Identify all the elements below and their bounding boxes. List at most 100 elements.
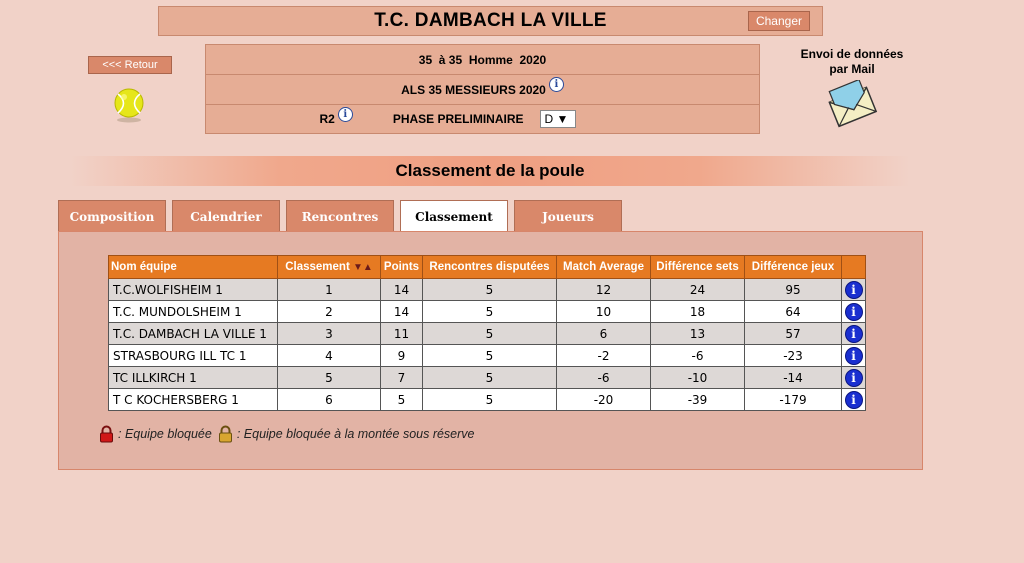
cell-games: -14 bbox=[744, 366, 842, 389]
change-club-button[interactable]: Changer bbox=[747, 11, 810, 31]
tab-classement[interactable]: Classement bbox=[400, 200, 508, 233]
cell-average: 12 bbox=[556, 278, 651, 301]
cell-points: 9 bbox=[380, 344, 423, 367]
table-row: T.C.WOLFISHEIM 1 1 14 5 12 24 95 i bbox=[108, 278, 866, 301]
table-header-row: Nom équipe Classement ▼▲ Points Rencontr… bbox=[108, 255, 866, 279]
cell-rank: 3 bbox=[277, 322, 381, 345]
competition-info-box: 35 à 35 Homme 2020 ALS 35 MESSIEURS 2020… bbox=[205, 44, 760, 134]
cell-sets: 18 bbox=[650, 300, 745, 323]
division-label: R2 bbox=[319, 112, 335, 126]
col-header-info bbox=[841, 255, 866, 279]
col-header-sets[interactable]: Différence sets bbox=[650, 255, 745, 279]
category-text: 35 à 35 Homme 2020 bbox=[418, 52, 547, 67]
cell-sets: 24 bbox=[650, 278, 745, 301]
tab-joueurs[interactable]: Joueurs bbox=[514, 200, 622, 232]
cell-rank: 1 bbox=[277, 278, 381, 301]
team-info-icon[interactable]: i bbox=[844, 390, 863, 409]
cell-sets: 13 bbox=[650, 322, 745, 345]
col-header-team[interactable]: Nom équipe bbox=[108, 255, 278, 279]
cell-average: 6 bbox=[556, 322, 651, 345]
cell-games: -23 bbox=[744, 344, 842, 367]
team-info-icon[interactable]: i bbox=[844, 324, 863, 343]
cell-team: T C KOCHERSBERG 1 bbox=[108, 388, 278, 411]
cell-sets: -39 bbox=[650, 388, 745, 411]
col-header-rank-label: Classement bbox=[285, 261, 350, 273]
section-title: Classement de la poule bbox=[395, 161, 585, 180]
cell-points: 5 bbox=[380, 388, 423, 411]
tab-composition[interactable]: Composition bbox=[58, 200, 166, 232]
team-info-icon[interactable]: i bbox=[844, 346, 863, 365]
division-phase-row: R2 i PHASE PRELIMINAIRE D ▼ bbox=[206, 105, 759, 133]
phase-label: PHASE PRELIMINAIRE bbox=[392, 112, 524, 126]
competition-category: 35 à 35 Homme 2020 bbox=[206, 45, 759, 75]
send-mail-label: Envoi de données par Mail bbox=[778, 47, 926, 77]
table-row: STRASBOURG ILL TC 1 4 9 5 -2 -6 -23 i bbox=[108, 344, 866, 367]
team-info-icon[interactable]: i bbox=[844, 280, 863, 299]
cell-played: 5 bbox=[422, 300, 557, 323]
table-row: T.C. MUNDOLSHEIM 1 2 14 5 10 18 64 i bbox=[108, 300, 866, 323]
mail-label-line1: Envoi de données bbox=[800, 47, 904, 61]
legend: : Equipe bloquée : Equipe bloquée à la m… bbox=[99, 425, 475, 443]
cell-points: 7 bbox=[380, 366, 423, 389]
cell-info: i bbox=[841, 300, 866, 323]
col-header-points[interactable]: Points bbox=[380, 255, 423, 279]
red-lock-icon bbox=[100, 425, 113, 443]
cell-rank: 2 bbox=[277, 300, 381, 323]
cell-team: STRASBOURG ILL TC 1 bbox=[108, 344, 278, 367]
envelope-icon[interactable] bbox=[826, 80, 878, 130]
cell-played: 5 bbox=[422, 322, 557, 345]
cell-info: i bbox=[841, 322, 866, 345]
competition-name: ALS 35 MESSIEURS 2020 bbox=[401, 82, 546, 97]
standings-table: Nom équipe Classement ▼▲ Points Rencontr… bbox=[108, 255, 866, 411]
cell-games: 95 bbox=[744, 278, 842, 301]
tennis-ball-icon bbox=[114, 88, 144, 123]
cell-team: T.C. DAMBACH LA VILLE 1 bbox=[108, 322, 278, 345]
competition-info-icon[interactable]: i bbox=[548, 77, 564, 92]
section-heading-band: Classement de la poule bbox=[70, 156, 910, 186]
mail-label-line2: par Mail bbox=[829, 62, 875, 76]
cell-info: i bbox=[841, 366, 866, 389]
cell-points: 14 bbox=[380, 278, 423, 301]
cell-info: i bbox=[841, 388, 866, 411]
cell-games: 64 bbox=[744, 300, 842, 323]
legend-locked-text: : Equipe bloquée bbox=[118, 427, 212, 441]
club-title: T.C. DAMBACH LA VILLE bbox=[374, 10, 607, 31]
cell-points: 11 bbox=[380, 322, 423, 345]
cell-info: i bbox=[841, 278, 866, 301]
competition-name-row: ALS 35 MESSIEURS 2020 i bbox=[206, 75, 759, 105]
tab-rencontres[interactable]: Rencontres bbox=[286, 200, 394, 232]
cell-team: T.C.WOLFISHEIM 1 bbox=[108, 278, 278, 301]
cell-average: -2 bbox=[556, 344, 651, 367]
legend-locked-promotion-text: : Equipe bloquée à la montée sous réserv… bbox=[236, 427, 475, 441]
cell-team: TC ILLKIRCH 1 bbox=[108, 366, 278, 389]
tab-calendrier[interactable]: Calendrier bbox=[172, 200, 280, 232]
team-info-icon[interactable]: i bbox=[844, 302, 863, 321]
col-header-rank[interactable]: Classement ▼▲ bbox=[277, 255, 381, 279]
cell-played: 5 bbox=[422, 344, 557, 367]
division-info-icon[interactable]: i bbox=[337, 106, 353, 122]
poule-select[interactable]: D ▼ bbox=[539, 110, 576, 128]
cell-average: -20 bbox=[556, 388, 651, 411]
back-button[interactable]: <<< Retour bbox=[88, 56, 172, 74]
gold-lock-icon bbox=[218, 425, 232, 443]
club-header-bar: T.C. DAMBACH LA VILLE Changer bbox=[158, 6, 823, 36]
cell-points: 14 bbox=[380, 300, 423, 323]
cell-played: 5 bbox=[422, 366, 557, 389]
table-row: TC ILLKIRCH 1 5 7 5 -6 -10 -14 i bbox=[108, 366, 866, 389]
cell-sets: -10 bbox=[650, 366, 745, 389]
cell-games: -179 bbox=[744, 388, 842, 411]
team-info-icon[interactable]: i bbox=[844, 368, 863, 387]
table-row: T C KOCHERSBERG 1 6 5 5 -20 -39 -179 i bbox=[108, 388, 866, 411]
cell-average: -6 bbox=[556, 366, 651, 389]
cell-sets: -6 bbox=[650, 344, 745, 367]
cell-rank: 4 bbox=[277, 344, 381, 367]
cell-rank: 6 bbox=[277, 388, 381, 411]
sort-arrows-icon[interactable]: ▼▲ bbox=[353, 262, 373, 273]
table-row: T.C. DAMBACH LA VILLE 1 3 11 5 6 13 57 i bbox=[108, 322, 866, 345]
cell-average: 10 bbox=[556, 300, 651, 323]
col-header-games[interactable]: Différence jeux bbox=[744, 255, 842, 279]
col-header-played[interactable]: Rencontres disputées bbox=[422, 255, 557, 279]
cell-played: 5 bbox=[422, 278, 557, 301]
cell-rank: 5 bbox=[277, 366, 381, 389]
col-header-average[interactable]: Match Average bbox=[556, 255, 651, 279]
